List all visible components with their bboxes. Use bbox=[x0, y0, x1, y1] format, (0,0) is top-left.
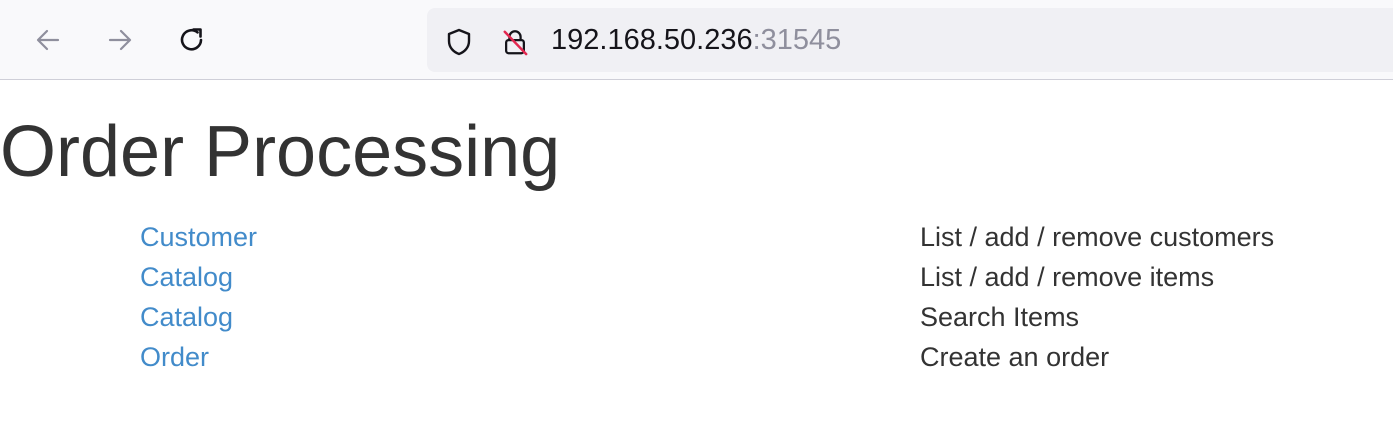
order-link[interactable]: Order bbox=[140, 342, 209, 372]
catalog-search-link[interactable]: Catalog bbox=[140, 302, 233, 332]
site-security-button[interactable] bbox=[501, 28, 529, 56]
link-cell: Customer bbox=[140, 217, 920, 257]
link-cell: Order bbox=[140, 337, 920, 377]
browser-toolbar: 192.168.50.236:31545 bbox=[0, 0, 1393, 80]
table-row: Order Create an order bbox=[140, 337, 1274, 377]
menu-table: Customer List / add / remove customers C… bbox=[140, 217, 1274, 377]
table-row: Customer List / add / remove customers bbox=[140, 217, 1274, 257]
url-port: :31545 bbox=[752, 24, 842, 56]
page-content: Order Processing Customer List / add / r… bbox=[0, 81, 1393, 448]
insecure-lock-icon bbox=[503, 30, 528, 56]
customer-link[interactable]: Customer bbox=[140, 222, 257, 252]
table-row: Catalog Search Items bbox=[140, 297, 1274, 337]
table-row: Catalog List / add / remove items bbox=[140, 257, 1274, 297]
row-description: Search Items bbox=[920, 302, 1080, 332]
back-button[interactable] bbox=[28, 20, 68, 60]
arrow-right-icon bbox=[108, 29, 132, 51]
reload-icon bbox=[180, 28, 203, 51]
row-description: List / add / remove items bbox=[920, 262, 1215, 292]
row-description: List / add / remove customers bbox=[920, 222, 1275, 252]
shield-icon bbox=[447, 28, 471, 56]
link-cell: Catalog bbox=[140, 257, 920, 297]
arrow-left-icon bbox=[36, 29, 60, 51]
link-cell: Catalog bbox=[140, 297, 920, 337]
url-host: 192.168.50.236 bbox=[551, 24, 753, 56]
catalog-link[interactable]: Catalog bbox=[140, 262, 233, 292]
tracking-protection-button[interactable] bbox=[445, 28, 473, 56]
row-description: Create an order bbox=[920, 342, 1110, 372]
reload-button[interactable] bbox=[172, 20, 212, 60]
forward-button[interactable] bbox=[100, 20, 140, 60]
url-text[interactable]: 192.168.50.236:31545 bbox=[551, 8, 841, 72]
page-title: Order Processing bbox=[0, 112, 561, 192]
url-bar[interactable]: 192.168.50.236:31545 bbox=[427, 8, 1393, 72]
